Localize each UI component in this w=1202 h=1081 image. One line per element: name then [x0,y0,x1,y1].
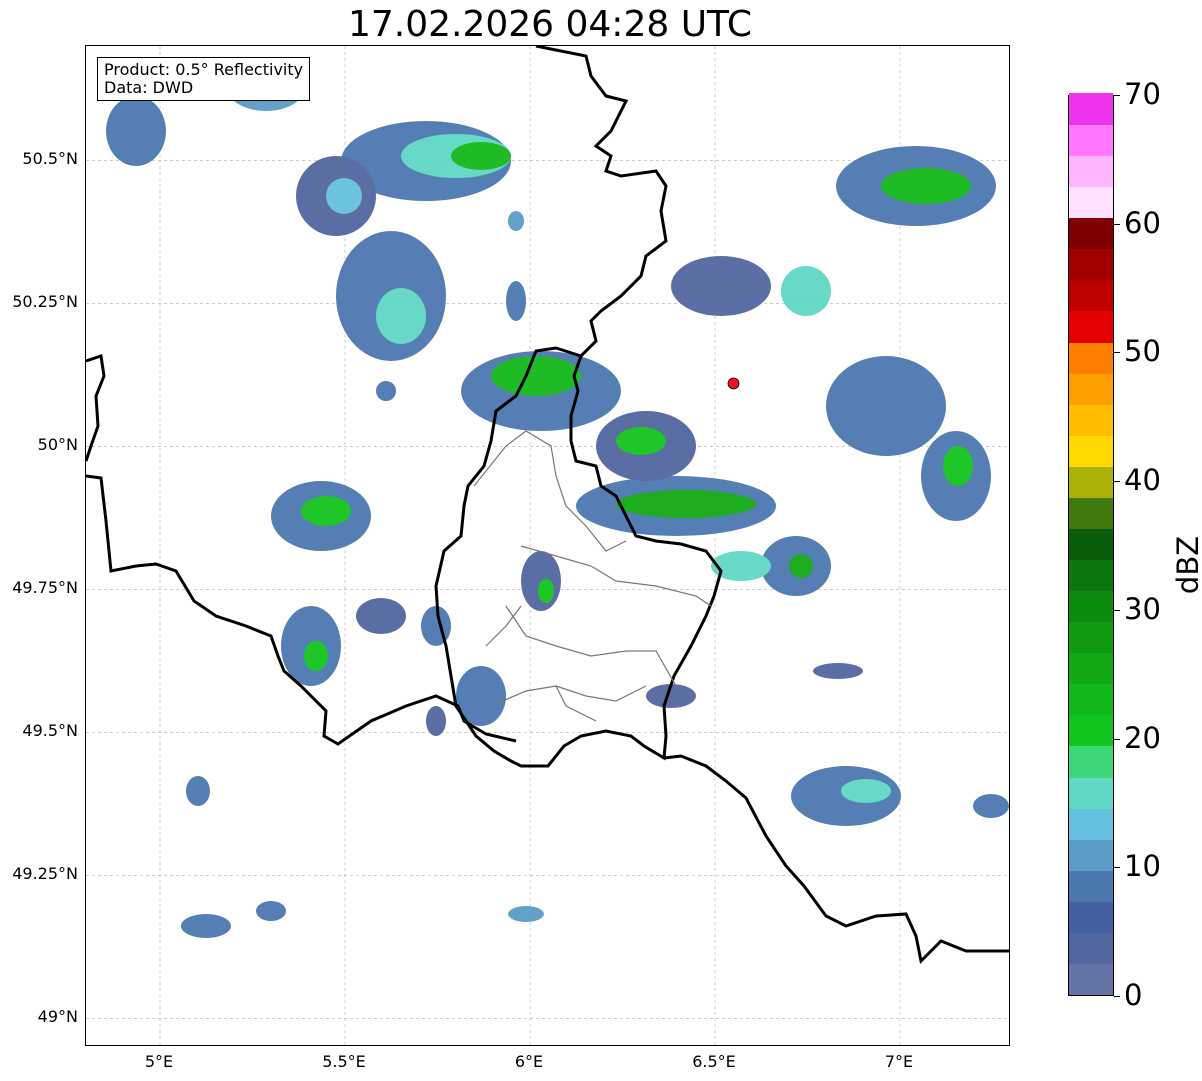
colorbar-segment [1069,248,1113,281]
colorbar-segment [1069,155,1113,188]
colorbar-segment [1069,870,1113,902]
colorbar-segment [1069,93,1113,126]
lon-tick-label: 6°E [514,1052,544,1071]
colorbar-segment [1069,124,1113,157]
precipitation-echoes [106,61,1009,938]
lon-tick-label: 7°E [884,1052,914,1071]
colorbar-segment [1069,590,1113,623]
colorbar-tick-mark [1114,481,1120,483]
colorbar-segment [1069,839,1113,871]
colorbar-segment [1069,714,1113,747]
echo-cluster [106,61,1009,938]
radar-map-canvas [86,46,1009,1045]
product-info-box: Product: 0.5° Reflectivity Data: DWD [97,57,311,101]
colorbar-segment [1069,279,1113,312]
colorbar-tick-mark [1114,95,1120,96]
colorbar-segment [1069,528,1113,561]
colorbar-tick-mark [1114,223,1120,225]
colorbar [1068,93,1114,996]
lon-tick-label: 5°E [144,1052,174,1071]
lon-tick-label: 5.5°E [322,1052,366,1071]
colorbar-segment [1069,559,1113,592]
colorbar-segment [1069,435,1113,467]
colorbar-tick-label: 20 [1124,720,1161,755]
colorbar-segment [1069,217,1113,250]
colorbar-segment [1069,186,1113,219]
colorbar-tick-mark [1114,609,1120,611]
lat-tick-label: 49.75°N [12,578,78,598]
colorbar-tick-label: 70 [1124,77,1161,111]
colorbar-segment [1069,932,1113,964]
map-title: 17.02.2026 04:28 UTC [347,4,753,45]
colorbar-tick-mark [1114,738,1120,740]
colorbar-tick-mark [1114,352,1120,354]
colorbar-segment [1069,776,1113,809]
product-label: Product: 0.5° Reflectivity [104,60,304,79]
colorbar-segment [1069,373,1113,405]
colorbar-tick-label: 50 [1124,334,1161,369]
lat-tick-label: 49.25°N [12,864,78,884]
colorbar-segment [1069,341,1113,374]
colorbar-segment [1069,404,1113,436]
colorbar-tick-mark [1114,996,1120,997]
lat-tick-label: 50.5°N [22,149,78,169]
colorbar-tick-mark [1114,867,1120,869]
colorbar-label: dBZ [1171,535,1202,595]
data-source-label: Data: DWD [104,78,194,97]
colorbar-segment [1069,310,1113,343]
lat-tick-label: 49°N [37,1007,78,1027]
colorbar-segment [1069,497,1113,529]
lon-tick-label: 6.5°E [692,1052,736,1071]
radar-map[interactable] [85,45,1010,1046]
colorbar-segment [1069,901,1113,933]
radar-site-marker [727,377,740,390]
colorbar-segment [1069,745,1113,778]
colorbar-tick-label: 10 [1124,849,1161,884]
colorbar-segment [1069,683,1113,716]
lat-tick-label: 49.5°N [22,721,78,741]
colorbar-segment [1069,808,1113,840]
colorbar-tick-label: 0 [1124,978,1143,1012]
colorbar-tick-label: 40 [1124,463,1161,498]
lat-tick-label: 50.25°N [12,292,78,312]
lat-tick-label: 50°N [37,435,78,455]
colorbar-segment [1069,621,1113,654]
colorbar-tick-label: 30 [1124,591,1161,626]
colorbar-tick-label: 60 [1124,205,1161,240]
colorbar-segment [1069,652,1113,685]
colorbar-segment [1069,466,1113,498]
colorbar-segment [1069,963,1113,995]
